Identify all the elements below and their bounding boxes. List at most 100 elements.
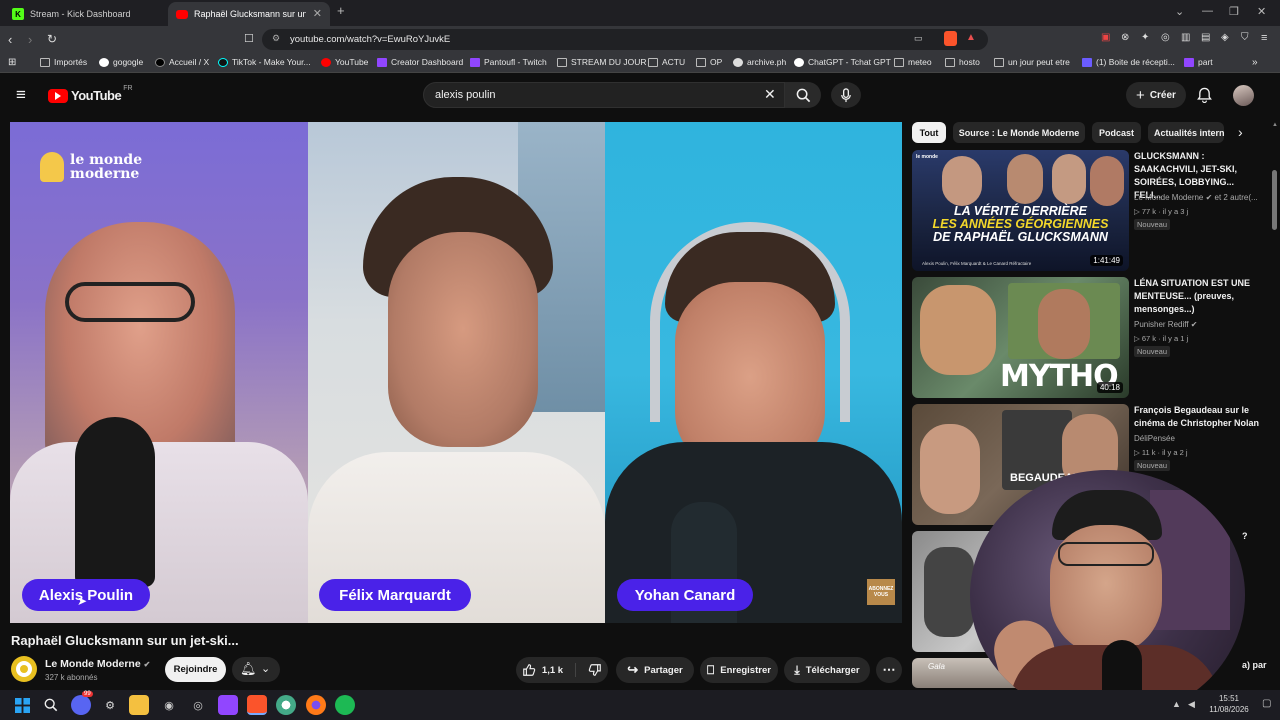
voice-search-button[interactable] — [831, 82, 861, 108]
save-button[interactable]: ⎕ Enregistrer — [700, 657, 778, 683]
bookmark-item[interactable]: ChatGPT - Tchat GPT — [794, 57, 891, 67]
bookmark-item[interactable]: part — [1184, 57, 1213, 67]
url-field[interactable]: ⚙ youtube.com/watch?v=EwuRoYJuvkE ▭ ▲ — [262, 29, 988, 50]
firefox-icon[interactable] — [306, 695, 326, 715]
clear-search-icon[interactable]: ✕ — [764, 86, 776, 103]
video-thumbnail[interactable]: MYTHO 40:18 — [912, 277, 1129, 398]
recommended-channel[interactable]: DéliPensée — [1134, 434, 1175, 443]
bookmark-item[interactable]: archive.ph — [733, 57, 786, 67]
close-tab-icon[interactable]: ✕ — [313, 7, 322, 20]
create-button[interactable]: + Créer — [1126, 82, 1186, 108]
volume-icon[interactable]: ◀ — [1188, 699, 1195, 710]
shield-icon[interactable]: ⛉ — [1241, 32, 1249, 43]
chip-international-news[interactable]: Actualités intern — [1148, 122, 1224, 143]
bookmark-icon[interactable]: ☐ — [244, 32, 254, 45]
dislike-button[interactable] — [576, 663, 602, 677]
brave-rewards-icon[interactable]: ▲ — [966, 32, 976, 43]
bookmark-item[interactable]: gogogle — [99, 57, 143, 67]
twitch-icon[interactable] — [218, 695, 238, 715]
site-info-icon[interactable]: ⚙ — [272, 33, 280, 44]
wallet-icon[interactable]: ▤ — [1201, 32, 1210, 43]
brave-shield-icon[interactable] — [944, 31, 957, 46]
bookmark-item[interactable]: Pantoufl - Twitch — [470, 57, 547, 67]
bookmark-item[interactable]: TikTok - Make Your... — [218, 57, 311, 67]
puzzle-icon[interactable]: ✦ — [1141, 32, 1149, 43]
join-button[interactable]: Rejoindre — [165, 657, 226, 682]
chevron-right-icon[interactable]: › — [1238, 124, 1243, 140]
chip-source[interactable]: Source : Le Monde Moderne — [953, 122, 1085, 143]
channel-name[interactable]: Le Monde Moderne ✔ — [45, 658, 150, 670]
bookmark-item[interactable]: meteo — [894, 57, 932, 67]
bookmark-item[interactable]: Accueil / X — [155, 57, 209, 67]
discord-icon[interactable]: 99 — [71, 691, 93, 715]
video-player[interactable]: le monde moderne Alexis Poulin Félix Mar… — [10, 122, 902, 623]
tab-kick-dashboard[interactable]: K Stream - Kick Dashboard — [4, 2, 166, 26]
recommended-channel[interactable]: Le Monde Moderne ✔ et 2 autre(... — [1134, 193, 1258, 202]
menu-icon[interactable]: ≡ — [1261, 32, 1267, 44]
bookmark-item[interactable]: Creator Dashboard — [377, 57, 463, 67]
recommended-video[interactable]: le monde LA VÉRITÉ DERRIÈRE LES ANNÉES G… — [912, 150, 1272, 272]
maximize-icon[interactable]: ❐ — [1229, 5, 1239, 18]
back-icon[interactable]: ‹ — [8, 32, 12, 47]
brave-icon[interactable] — [247, 695, 267, 715]
extension-icon[interactable]: ⊗ — [1121, 32, 1129, 43]
windows-start-icon[interactable] — [12, 695, 32, 715]
spotify-icon[interactable] — [335, 695, 355, 715]
search-input[interactable]: alexis poulin ✕ — [423, 82, 785, 108]
extension-icon[interactable]: ◎ — [1161, 32, 1170, 43]
bookmark-item[interactable]: ACTU — [648, 57, 685, 67]
bookmark-item[interactable]: un jour peut etre — [994, 57, 1070, 67]
recommended-title[interactable]: François Begaudeau sur le cinéma de Chri… — [1134, 404, 1262, 430]
minimize-icon[interactable]: — — [1202, 5, 1213, 17]
scroll-up-icon[interactable]: ▲ — [1272, 122, 1278, 130]
steam-icon[interactable]: ⚙ — [100, 695, 120, 715]
search-button[interactable] — [785, 82, 821, 108]
bell-icon[interactable] — [1197, 87, 1212, 108]
recommended-title[interactable]: LÉNA SITUATION EST UNE MENTEUSE... (preu… — [1134, 277, 1262, 316]
forward-icon[interactable]: › — [28, 32, 32, 47]
extension-icon[interactable]: ▣ — [1101, 32, 1110, 43]
notification-icon[interactable]: ▢ — [1262, 698, 1271, 709]
apps-icon[interactable]: ⊞ — [8, 57, 16, 68]
sidebar-icon[interactable]: ▥ — [1181, 32, 1190, 43]
vpn-icon[interactable]: ◈ — [1221, 32, 1229, 43]
chrome-icon[interactable] — [276, 695, 296, 715]
chip-all[interactable]: Tout — [912, 122, 946, 143]
bookmark-item[interactable]: (1) Boite de récepti... — [1082, 57, 1175, 67]
taskbar-clock[interactable]: 15:51 11/08/2026 — [1204, 693, 1254, 715]
recommended-title[interactable]: ? — [1242, 531, 1248, 541]
hamburger-menu-icon[interactable]: ≡ — [16, 85, 26, 105]
recommended-video[interactable]: MYTHO 40:18 LÉNA SITUATION EST UNE MENTE… — [912, 277, 1272, 399]
cast-icon[interactable]: ▭ — [914, 33, 923, 44]
like-button[interactable]: 1,1 k — [522, 663, 577, 677]
network-icon[interactable]: ▲ — [1172, 699, 1181, 709]
download-button[interactable]: ⤓ Télécharger — [784, 657, 870, 683]
recommended-channel[interactable]: Punisher Rediff ✔ — [1134, 320, 1197, 329]
close-window-icon[interactable]: ✕ — [1257, 5, 1266, 18]
file-explorer-icon[interactable] — [129, 695, 149, 715]
recommended-title[interactable]: a) par — [1242, 660, 1267, 670]
bookmark-item[interactable]: hosto — [945, 57, 980, 67]
bookmark-item[interactable]: YouTube — [321, 57, 368, 67]
steam-app-icon[interactable]: ◉ — [159, 695, 179, 715]
youtube-logo[interactable]: YouTube FR — [48, 85, 133, 103]
chevron-down-icon[interactable]: ⌄ — [1175, 5, 1184, 18]
search-icon[interactable] — [41, 695, 61, 715]
avatar[interactable] — [1233, 85, 1254, 106]
subscription-bell-button[interactable]: 🔔︎ ⌄ — [232, 657, 280, 682]
bookmark-item[interactable]: Importés — [40, 57, 87, 67]
more-actions-button[interactable]: ⋯ — [876, 657, 902, 683]
tab-youtube-video[interactable]: Raphaël Glucksmann sur un jet-ski ✕ — [168, 2, 330, 26]
more-bookmarks-icon[interactable]: » — [1252, 57, 1258, 68]
video-thumbnail[interactable]: le monde LA VÉRITÉ DERRIÈRE LES ANNÉES G… — [912, 150, 1129, 271]
new-tab-button[interactable]: + — [337, 3, 345, 18]
bookmark-item[interactable]: OP — [696, 57, 722, 67]
share-button[interactable]: ↪ Partager — [616, 657, 694, 683]
obs-icon[interactable]: ◎ — [188, 695, 208, 715]
person-face — [1007, 154, 1043, 204]
reload-icon[interactable]: ↻ — [47, 32, 57, 46]
chip-podcast[interactable]: Podcast — [1092, 122, 1141, 143]
scrollbar-thumb[interactable] — [1272, 170, 1277, 230]
channel-avatar[interactable] — [11, 656, 37, 682]
bookmark-item[interactable]: STREAM DU JOUR — [557, 57, 647, 67]
